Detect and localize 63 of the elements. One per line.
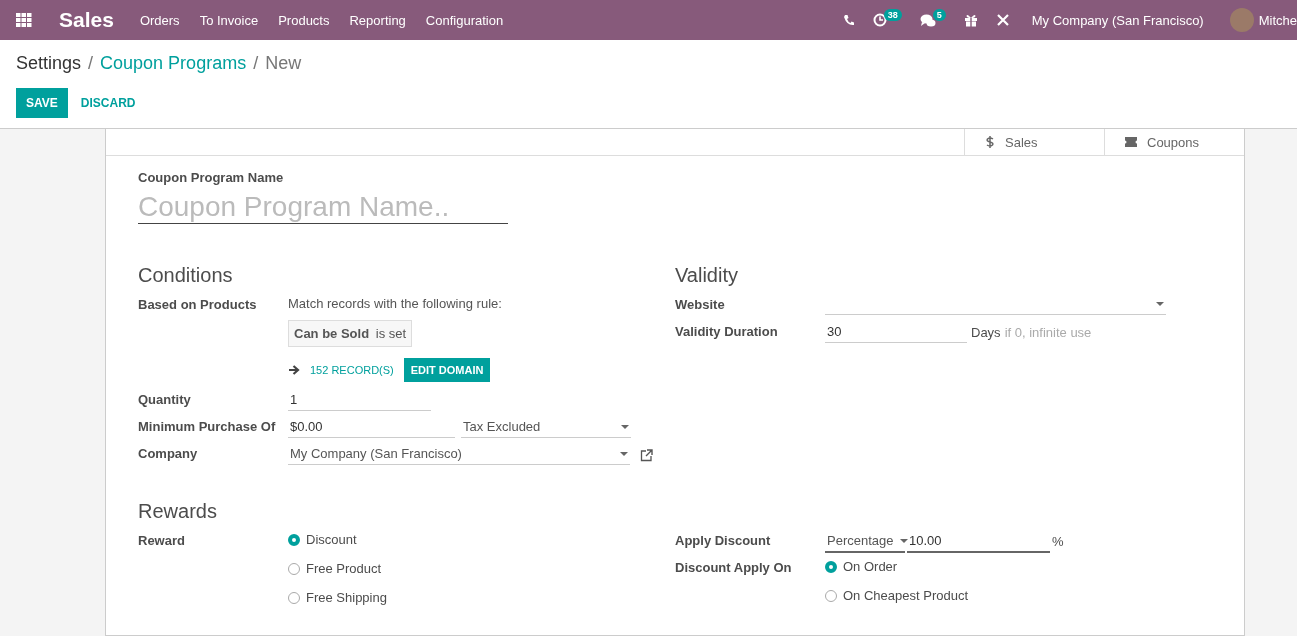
breadcrumb-link[interactable]: Coupon Programs (100, 52, 247, 74)
field-label: Validity Duration (675, 323, 779, 339)
select-field[interactable]: My Company (San Francisco) (288, 445, 630, 465)
input-field[interactable]: 30 (825, 323, 967, 343)
chat-icon[interactable] (919, 13, 936, 27)
clock-icon[interactable] (872, 13, 887, 27)
count-badge: 38 (883, 9, 902, 21)
radio-label[interactable]: On Cheapest Product (843, 588, 969, 603)
section-title: Validity (675, 264, 739, 287)
caret-icon (1156, 302, 1164, 306)
gift-icon[interactable] (963, 13, 978, 27)
input-field[interactable]: 1 (288, 391, 431, 411)
user-name[interactable]: Mitche (1258, 12, 1297, 28)
apps-menu-icon[interactable] (16, 13, 32, 27)
input-field[interactable]: 10.00 (907, 532, 1050, 553)
records-link[interactable]: 152 RECORD(S) (310, 364, 394, 376)
hint-text: if 0, infinite use (1004, 324, 1092, 340)
radio-button[interactable] (825, 561, 837, 573)
input-field[interactable]: $0.00 (288, 418, 455, 438)
field-label: Quantity (138, 391, 192, 407)
dollar-sign-icon (985, 136, 995, 148)
caret-icon (620, 451, 628, 456)
radio-button[interactable] (288, 534, 300, 546)
edit-domain-button[interactable]: EDIT DOMAIN (403, 358, 491, 382)
count-badge: 5 (932, 9, 946, 21)
caret-icon (621, 424, 629, 429)
percent-sign: % (1052, 533, 1064, 549)
menu-item[interactable]: Orders (139, 12, 180, 28)
radio-label[interactable]: Discount (306, 532, 357, 547)
field-label: Website (675, 296, 726, 312)
field-label: Based on Products (138, 296, 258, 312)
app-name: Sales (59, 8, 114, 32)
select-field[interactable]: Tax Excluded (461, 418, 631, 438)
field-label: Minimum Purchase Of (138, 418, 277, 434)
field-label: Reward (138, 532, 186, 548)
field-label: Discount Apply On (675, 559, 793, 575)
radio-label[interactable]: On Order (843, 559, 898, 574)
breadcrumb-current: New (265, 52, 302, 74)
external-link-icon[interactable] (640, 448, 653, 462)
company-switcher[interactable]: My Company (San Francisco) (1031, 12, 1204, 28)
arrow-right-icon (288, 364, 300, 376)
caret-icon (899, 538, 908, 543)
menu-item[interactable]: Configuration (425, 12, 504, 28)
menu-item[interactable]: Products (278, 12, 330, 28)
menu-item[interactable]: To Invoice (199, 12, 259, 28)
tools-icon[interactable] (995, 13, 1010, 27)
breadcrumb-separator: / (253, 52, 259, 74)
menu-item[interactable]: Reporting (349, 12, 406, 28)
field-label: Company (138, 445, 199, 461)
unit-label: Days (971, 324, 1001, 340)
save-button[interactable]: SAVE (16, 88, 68, 118)
breadcrumb-separator: / (88, 52, 94, 74)
ticket-icon (1125, 137, 1137, 147)
section-title: Conditions (138, 264, 234, 287)
breadcrumb-link[interactable]: Settings (16, 52, 82, 74)
section-title: Rewards (138, 500, 218, 523)
radio-label[interactable]: Free Product (306, 561, 382, 576)
phone-icon[interactable] (842, 14, 855, 26)
select-field[interactable]: Percentage (825, 532, 905, 553)
rule-intro: Match records with the following rule: (288, 296, 503, 311)
field-label: Coupon Program Name (138, 170, 285, 185)
radio-label[interactable]: Free Shipping (306, 590, 387, 605)
field-label: Apply Discount (675, 532, 772, 548)
